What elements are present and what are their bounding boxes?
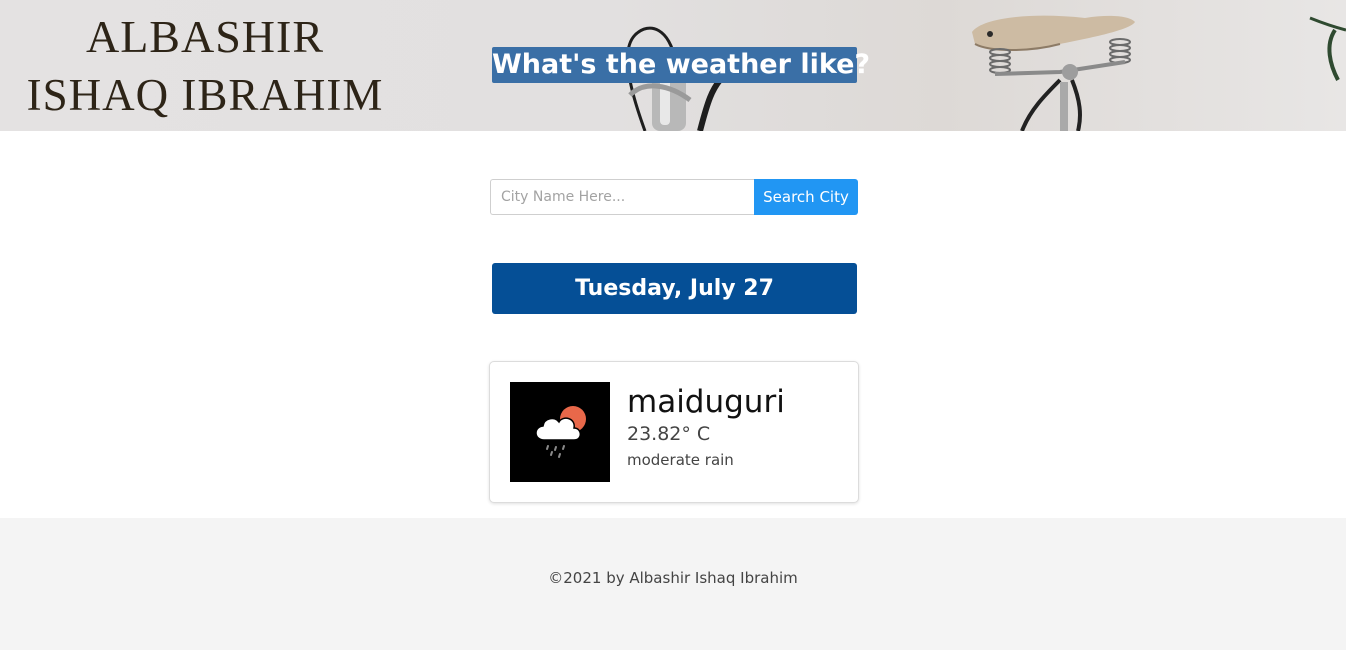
footer: ©2021 by Albashir Ishaq Ibrahim [0, 518, 1346, 650]
page-title-container: What's the weather like? [492, 47, 871, 83]
brand-logo: ALBASHIR ISHAQ IBRAHIM [0, 8, 410, 124]
page-title: What's the weather like? [492, 49, 871, 80]
brand-line-1: ALBASHIR [85, 11, 325, 62]
search-city-button[interactable]: Search City [754, 179, 858, 215]
brand-line-2: ISHAQ IBRAHIM [26, 70, 384, 120]
header-banner: ALBASHIR ISHAQ IBRAHIM What's the weathe… [0, 0, 1346, 131]
weather-description: moderate rain [627, 451, 734, 469]
city-search-input[interactable] [490, 179, 754, 215]
city-name: maiduguri [627, 384, 785, 420]
rain-cloud-sun-icon [510, 382, 610, 482]
search-form: Search City [490, 179, 858, 215]
copyright-text: ©2021 by Albashir Ishaq Ibrahim [548, 569, 798, 587]
weather-card: maiduguri 23.82° C moderate rain [489, 361, 859, 503]
date-display: Tuesday, July 27 [492, 263, 857, 314]
temperature: 23.82° C [627, 423, 711, 445]
